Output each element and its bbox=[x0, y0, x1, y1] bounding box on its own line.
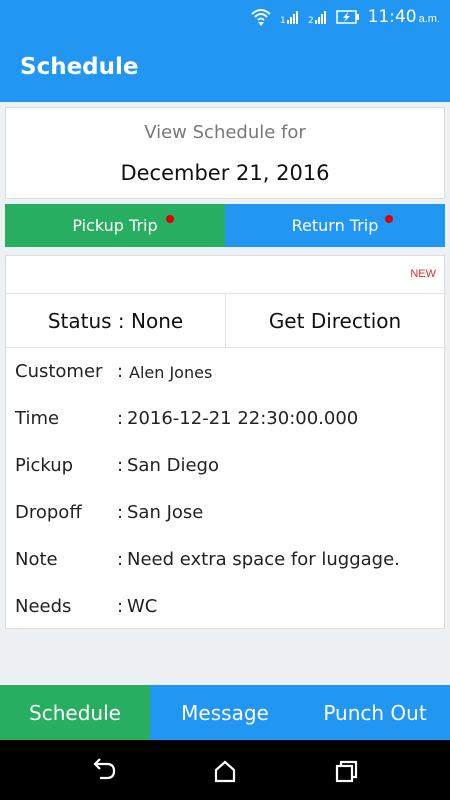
info-key: Pickup bbox=[15, 455, 74, 476]
signal-1-icon: 1 bbox=[280, 11, 298, 25]
status-button[interactable]: Status : None bbox=[6, 294, 225, 347]
trip-tabs: Pickup Trip Return Trip bbox=[5, 204, 445, 247]
info-key: Note bbox=[15, 549, 58, 570]
schedule-date-label: View Schedule for bbox=[144, 122, 306, 143]
info-value: San Jose bbox=[127, 502, 204, 523]
status-time: 11:40 a.m. bbox=[368, 7, 440, 27]
clock-ampm: a.m. bbox=[418, 13, 440, 25]
recents-icon[interactable] bbox=[333, 758, 359, 784]
trip-action-row: Status : None Get Direction bbox=[6, 293, 444, 348]
get-direction-button[interactable]: Get Direction bbox=[225, 294, 444, 347]
info-separator: : bbox=[117, 502, 124, 523]
info-separator: : bbox=[117, 455, 124, 476]
svg-text:1: 1 bbox=[280, 16, 286, 25]
info-separator: : bbox=[117, 361, 124, 382]
info-separator: : bbox=[117, 596, 124, 617]
new-badge: NEW bbox=[410, 268, 436, 280]
signal-2-icon: 2 bbox=[308, 11, 326, 25]
return-indicator-dot bbox=[385, 215, 393, 223]
info-row-time: Time : 2016-12-21 22:30:00.000 bbox=[6, 408, 444, 438]
info-value: 2016-12-21 22:30:00.000 bbox=[127, 408, 359, 429]
app-bar: Schedule bbox=[0, 34, 450, 102]
tab-pickup-trip-label: Pickup Trip bbox=[72, 216, 158, 235]
info-value: WC bbox=[127, 596, 158, 617]
info-row-customer: Customer : Alen Jones bbox=[6, 361, 444, 391]
info-separator: : bbox=[117, 549, 124, 570]
home-icon[interactable] bbox=[212, 758, 238, 784]
tab-return-trip-label: Return Trip bbox=[291, 216, 379, 235]
info-row-needs: Needs : WC bbox=[6, 596, 444, 626]
info-row-dropoff: Dropoff : San Jose bbox=[6, 502, 444, 532]
tab-pickup-trip[interactable]: Pickup Trip bbox=[5, 204, 225, 247]
schedule-date[interactable]: December 21, 2016 bbox=[6, 161, 444, 185]
info-separator: : bbox=[117, 408, 124, 429]
pickup-indicator-dot bbox=[166, 215, 174, 223]
tab-message[interactable]: Message bbox=[150, 685, 300, 740]
battery-charging-icon bbox=[335, 10, 359, 24]
tab-punch-out[interactable]: Punch Out bbox=[300, 685, 450, 740]
svg-text:2: 2 bbox=[308, 16, 314, 25]
info-row-note: Note : Need extra space for luggage. bbox=[6, 549, 444, 579]
info-row-pickup: Pickup : San Diego bbox=[6, 455, 444, 485]
info-key: Needs bbox=[15, 596, 72, 617]
schedule-date-card: View Schedule for December 21, 2016 bbox=[5, 107, 445, 199]
trip-detail-card[interactable]: NEW Status : None Get Direction Customer… bbox=[5, 255, 445, 629]
system-nav-bar bbox=[0, 740, 450, 800]
status-bar: 1 2 11:40 a.m. bbox=[0, 0, 450, 34]
status-icons: 1 2 11:40 a.m. bbox=[250, 6, 440, 28]
info-value: San Diego bbox=[127, 455, 219, 476]
page-title: Schedule bbox=[20, 54, 139, 80]
tab-schedule[interactable]: Schedule bbox=[0, 685, 150, 740]
back-icon[interactable] bbox=[92, 758, 118, 784]
info-value: Alen Jones bbox=[129, 363, 213, 382]
info-key: Customer bbox=[15, 361, 103, 382]
info-value: Need extra space for luggage. bbox=[127, 549, 400, 570]
bottom-tab-bar: Schedule Message Punch Out bbox=[0, 685, 450, 740]
clock-time: 11:40 bbox=[367, 7, 417, 27]
tab-return-trip[interactable]: Return Trip bbox=[225, 204, 445, 247]
info-key: Dropoff bbox=[15, 502, 82, 523]
wifi-icon bbox=[250, 9, 271, 26]
info-key: Time bbox=[15, 408, 60, 429]
